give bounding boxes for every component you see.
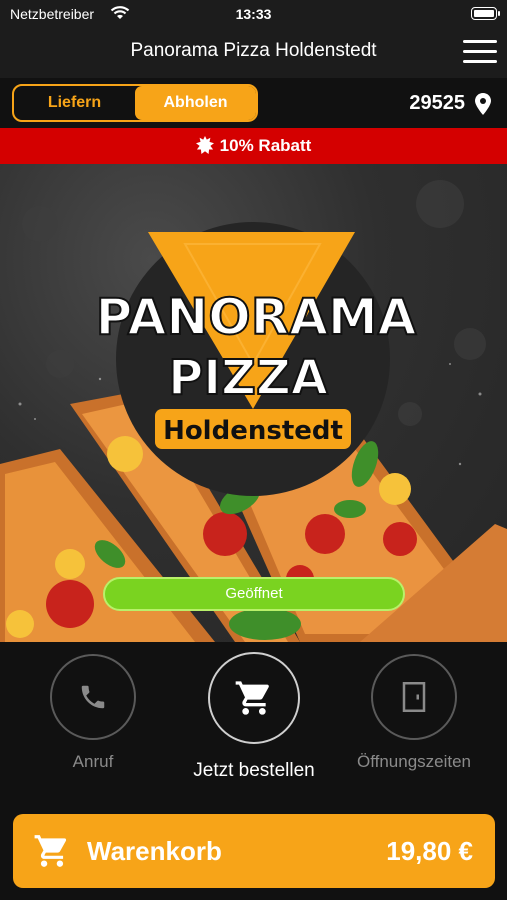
phone-icon xyxy=(81,685,105,709)
starburst-icon xyxy=(195,136,214,154)
deliver-option[interactable]: Liefern xyxy=(14,86,135,120)
location-pin-icon[interactable] xyxy=(475,93,491,115)
order-circle[interactable] xyxy=(208,652,300,744)
delivery-mode-toggle: Liefern Abholen xyxy=(12,84,258,122)
svg-text:PANORAMA: PANORAMA xyxy=(96,288,417,346)
page-title: Panorama Pizza Holdenstedt xyxy=(130,40,377,61)
nav-bar: Panorama Pizza Holdenstedt xyxy=(0,28,507,78)
door-icon xyxy=(402,682,426,712)
open-status-button[interactable]: Geöffnet xyxy=(103,577,405,611)
logo-badge: Holdenstedt xyxy=(163,416,343,446)
postcode[interactable]: 29525 xyxy=(409,92,465,115)
cart-total: 19,80 € xyxy=(386,836,473,866)
pizza-illustration: PANORAMA PIZZA Holdenstedt xyxy=(0,180,507,642)
call-circle[interactable] xyxy=(50,654,136,740)
svg-text:PIZZA: PIZZA xyxy=(168,350,328,406)
order-label: Jetzt bestellen xyxy=(193,760,315,781)
pickup-option[interactable]: Abholen xyxy=(135,86,256,120)
action-row: Anruf Jetzt bestellen Öffnungszeiten xyxy=(0,642,507,800)
hours-circle[interactable] xyxy=(371,654,457,740)
promo-banner[interactable]: 10% Rabatt xyxy=(0,128,507,164)
battery-icon xyxy=(471,7,500,20)
shopping-cart-icon xyxy=(34,835,67,867)
order-now-button[interactable]: Jetzt bestellen xyxy=(174,652,334,782)
call-button[interactable]: Anruf xyxy=(13,654,173,772)
opening-hours-button[interactable]: Öffnungszeiten xyxy=(334,654,494,772)
cart-label: Warenkorb xyxy=(87,836,222,866)
hero-image: PANORAMA PIZZA Holdenstedt Geöffnet xyxy=(0,164,507,642)
status-bar: Netzbetreiber 13:33 xyxy=(0,0,507,28)
cart-button[interactable]: Warenkorb 19,80 € xyxy=(13,814,495,888)
clock: 13:33 xyxy=(235,6,272,22)
shopping-cart-icon xyxy=(235,681,269,715)
call-label: Anruf xyxy=(72,752,114,771)
mode-bar: Liefern Abholen 29525 xyxy=(0,78,507,128)
hours-label: Öffnungszeiten xyxy=(356,752,472,771)
hamburger-menu-icon[interactable] xyxy=(463,38,497,66)
promo-text: 10% Rabatt xyxy=(219,136,312,155)
